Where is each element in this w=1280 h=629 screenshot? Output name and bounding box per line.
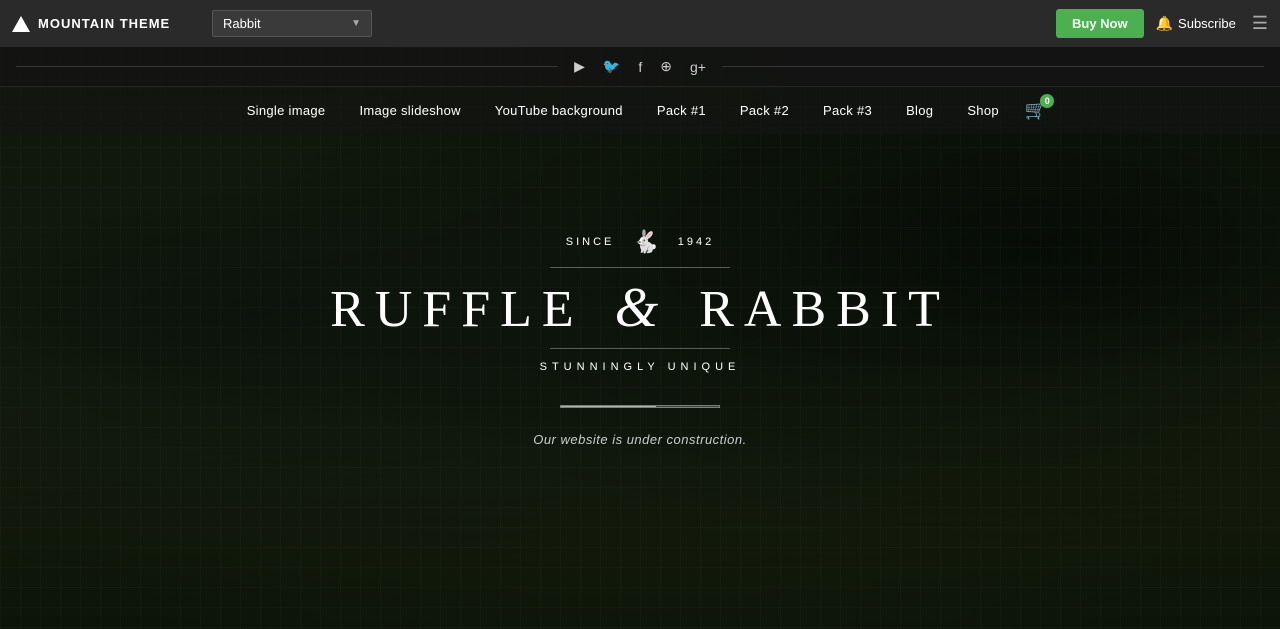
dribbble-icon[interactable]: ⊕ [660, 58, 672, 75]
brand-part2: RABBIT [699, 281, 950, 338]
social-bar-line-left [16, 66, 558, 67]
bell-icon: 🔔 [1156, 15, 1173, 32]
nav-item-single-image[interactable]: Single image [233, 97, 340, 124]
chevron-down-icon: ▼ [351, 18, 361, 29]
google-plus-icon[interactable]: g+ [690, 59, 706, 75]
cart-badge: 0 [1040, 94, 1054, 108]
under-construction-text: Our website is under construction. [533, 432, 747, 447]
nav-item-pack1[interactable]: Pack #1 [643, 97, 720, 124]
brand-line-bottom [550, 348, 730, 349]
nav-item-youtube-background[interactable]: YouTube background [481, 97, 637, 124]
dropdown-value: Rabbit [223, 16, 261, 31]
buy-now-button[interactable]: Buy Now [1056, 9, 1144, 38]
hero-content: SINCE 🐇 1942 RUFFLE & RABBIT STUNNINGLY … [0, 47, 1280, 629]
rabbit-icon: 🐇 [632, 229, 659, 255]
brand-line-top [550, 267, 730, 268]
topbar-right: Buy Now 🔔 Subscribe ☰ [1056, 9, 1268, 38]
dropdown-area[interactable]: Rabbit ▼ [212, 10, 372, 37]
social-bar: ▶ 🐦 f ⊕ g+ [0, 47, 1280, 87]
topbar: MouNtaiN THEME Rabbit ▼ Buy Now 🔔 Subscr… [0, 0, 1280, 47]
logo-area: MouNtaiN THEME [12, 16, 200, 32]
tagline: STUNNINGLY UNIQUE [540, 361, 741, 373]
nav-item-blog[interactable]: Blog [892, 97, 947, 124]
brand-box: SINCE 🐇 1942 RUFFLE & RABBIT STUNNINGLY … [330, 229, 950, 447]
since-line: SINCE 🐇 1942 [566, 229, 715, 255]
navbar: Single image Image slideshow YouTube bac… [0, 87, 1280, 134]
subscribe-area[interactable]: 🔔 Subscribe [1156, 15, 1236, 32]
twitter-icon[interactable]: 🐦 [603, 58, 620, 75]
progress-bar-fill [561, 406, 656, 407]
youtube-icon[interactable]: ▶ [574, 58, 585, 75]
logo-text: MouNtaiN THEME [38, 16, 170, 31]
brand-name: RUFFLE & RABBIT [330, 276, 950, 340]
progress-bar [560, 405, 720, 408]
subscribe-label: Subscribe [1178, 16, 1236, 31]
logo-triangle-icon [12, 16, 30, 32]
social-bar-line-right [722, 66, 1264, 67]
cart-button[interactable]: 🛒 0 [1025, 100, 1047, 121]
since-label: SINCE [566, 236, 615, 248]
facebook-icon[interactable]: f [638, 59, 642, 75]
nav-item-image-slideshow[interactable]: Image slideshow [345, 97, 474, 124]
nav-item-pack3[interactable]: Pack #3 [809, 97, 886, 124]
site-selector-dropdown[interactable]: Rabbit ▼ [212, 10, 372, 37]
brand-ampersand: & [615, 277, 669, 339]
nav-item-pack2[interactable]: Pack #2 [726, 97, 803, 124]
year-text: 1942 [678, 236, 714, 248]
nav-item-shop[interactable]: Shop [953, 97, 1013, 124]
social-icons: ▶ 🐦 f ⊕ g+ [574, 58, 706, 75]
menu-icon[interactable]: ☰ [1252, 13, 1268, 34]
brand-part1: RUFFLE [330, 281, 584, 338]
